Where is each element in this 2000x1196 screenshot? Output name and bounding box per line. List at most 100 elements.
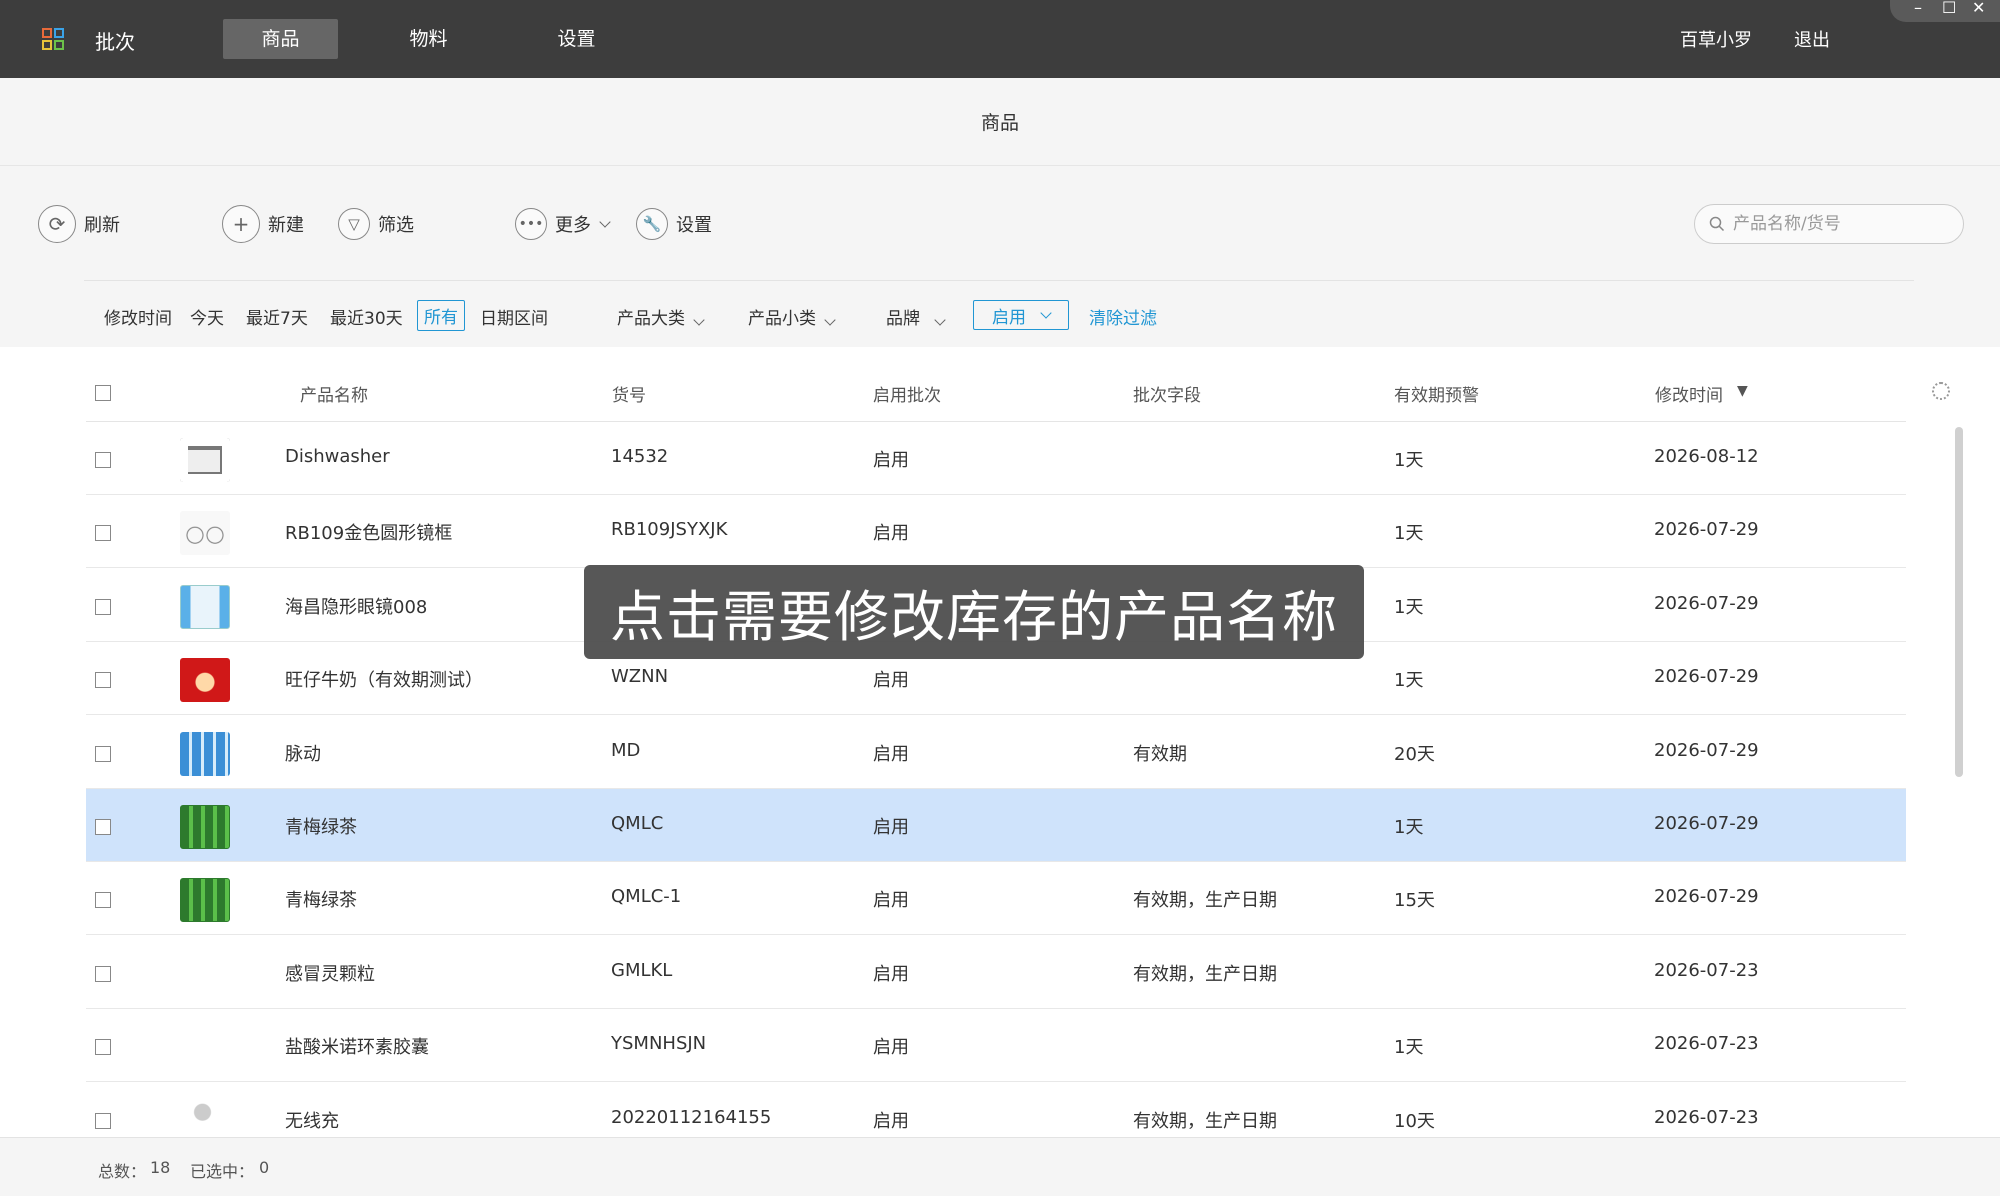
cell-modified-time: 2026-08-12	[1654, 446, 1759, 467]
header-product-name[interactable]: 产品名称	[300, 381, 368, 406]
cell-expiry-warning: 1天	[1394, 817, 1424, 838]
row-checkbox[interactable]	[95, 1039, 111, 1056]
filter-date-range[interactable]: 日期区间	[480, 304, 548, 329]
filter-last30[interactable]: 最近30天	[330, 304, 403, 329]
product-thumbnail-dishwasher	[180, 438, 230, 482]
table-row[interactable]: 脉动 MD 启用 有效期 20天 2026-07-29	[86, 716, 1906, 789]
app-grid-icon	[42, 28, 64, 50]
cell-code: QMLC	[611, 813, 664, 834]
cell-product-name[interactable]: 无线充	[285, 1107, 339, 1133]
cell-expiry-warning: 1天	[1394, 450, 1424, 471]
table-row[interactable]: 青梅绿茶 QMLC-1 启用 有效期，生产日期 15天 2026-07-29	[86, 862, 1906, 936]
table-footer: 总数： 18 已选中： 0	[0, 1137, 2000, 1196]
table-row[interactable]: 青梅绿茶 QMLC 启用 1天 2026-07-29	[86, 789, 1906, 862]
cell-expiry-warning: 1天	[1394, 670, 1424, 692]
cell-batch-enabled: 启用	[873, 450, 909, 471]
header-modified-time[interactable]: 修改时间	[1655, 381, 1723, 406]
filter-category-label: 产品大类	[617, 309, 685, 329]
nav-tab-settings[interactable]: 设置	[519, 19, 634, 59]
chevron-down-icon	[693, 314, 705, 326]
cell-code: WZNN	[611, 666, 669, 688]
filter-button[interactable]: ▽ 筛选	[338, 204, 414, 244]
clear-filters-link[interactable]: 清除过滤	[1089, 304, 1157, 329]
cell-batch-enabled: 启用	[873, 743, 909, 765]
filter-today[interactable]: 今天	[190, 304, 224, 329]
table-row[interactable]: 感冒灵颗粒 GMLKL 启用 有效期，生产日期 2026-07-23	[86, 936, 1906, 1009]
search-icon	[1709, 216, 1725, 232]
row-checkbox[interactable]	[95, 745, 111, 762]
cell-batch-enabled: 启用	[873, 817, 909, 838]
cell-product-name[interactable]: Dishwasher	[285, 446, 390, 467]
window-controls: – ☐ ✕	[1890, 0, 2000, 22]
chevron-down-icon	[599, 215, 611, 228]
cell-code: 14532	[611, 446, 669, 467]
row-checkbox[interactable]	[95, 525, 111, 542]
header-batch-fields[interactable]: 批次字段	[1133, 381, 1201, 406]
filter-status-dropdown[interactable]: 启用	[973, 300, 1069, 330]
row-checkbox[interactable]	[95, 598, 111, 615]
page-header: 商品	[0, 78, 2000, 166]
cell-product-name[interactable]: 脉动	[285, 740, 321, 766]
user-name[interactable]: 百草小罗	[1680, 26, 1752, 52]
cell-product-name[interactable]: 青梅绿茶	[285, 813, 357, 839]
app-title: 批次	[95, 30, 135, 54]
row-checkbox[interactable]	[95, 965, 111, 982]
settings-label: 设置	[676, 215, 712, 236]
filter-brand-dropdown[interactable]: 品牌	[886, 304, 946, 329]
cell-batch-fields: 有效期	[1133, 743, 1187, 765]
product-thumbnail-green-tea	[180, 805, 230, 849]
cell-modified-time: 2026-07-23	[1654, 1106, 1759, 1128]
sort-desc-icon[interactable]: ▼	[1737, 383, 1748, 399]
cell-product-name[interactable]: RB109金色圆形镜框	[285, 519, 452, 545]
row-checkbox[interactable]	[95, 819, 111, 835]
plus-icon: +	[222, 205, 260, 243]
product-thumbnail-drink-bottles	[180, 731, 230, 776]
settings-button[interactable]: 🔧 设置	[636, 204, 712, 244]
header-code[interactable]: 货号	[612, 381, 646, 406]
column-settings-gear-icon[interactable]	[1932, 382, 1950, 400]
filter-bar: 修改时间 今天 最近7天 最近30天 所有 日期区间 产品大类 产品小类 品牌 …	[0, 300, 2000, 334]
refresh-label: 刷新	[84, 215, 120, 236]
total-label: 总数：	[98, 1162, 147, 1181]
cell-batch-enabled: 启用	[873, 1110, 909, 1132]
logout-link[interactable]: 退出	[1794, 26, 1830, 52]
cell-product-name[interactable]: 盐酸米诺环素胶囊	[285, 1033, 429, 1059]
filter-subcategory-dropdown[interactable]: 产品小类	[748, 304, 836, 329]
header-batch-enabled[interactable]: 启用批次	[873, 381, 941, 406]
filter-brand-label: 品牌	[886, 309, 920, 329]
nav-tab-materials[interactable]: 物料	[371, 19, 486, 59]
refresh-button[interactable]: ⟳ 刷新	[38, 204, 120, 244]
cell-batch-enabled: 启用	[873, 1037, 909, 1059]
cell-product-name[interactable]: 青梅绿茶	[285, 886, 357, 912]
search-input[interactable]	[1733, 214, 1943, 234]
cell-batch-enabled: 启用	[873, 523, 909, 545]
nav-tab-products[interactable]: 商品	[223, 19, 338, 59]
filter-category-dropdown[interactable]: 产品大类	[617, 304, 705, 329]
table-row[interactable]: Dishwasher 14532 启用 1天 2026-08-12	[86, 422, 1906, 495]
cell-product-name[interactable]: 海昌隐形眼镜008	[285, 593, 427, 619]
new-button[interactable]: + 新建	[222, 204, 304, 244]
table-row[interactable]: 盐酸米诺环素胶囊 YSMNHSJN 启用 1天 2026-07-23	[86, 1009, 1906, 1083]
cell-modified-time: 2026-07-29	[1654, 739, 1759, 761]
row-checkbox[interactable]	[95, 452, 111, 468]
row-checkbox[interactable]	[95, 672, 111, 689]
cell-product-name[interactable]: 旺仔牛奶（有效期测试）	[285, 666, 483, 692]
row-checkbox[interactable]	[95, 892, 111, 909]
header-expiry-warning[interactable]: 有效期预警	[1394, 381, 1479, 406]
maximize-icon[interactable]: ☐	[1942, 0, 1956, 17]
refresh-icon: ⟳	[38, 205, 76, 243]
search-box[interactable]	[1694, 204, 1964, 244]
table-row[interactable]: RB109金色圆形镜框 RB109JSYXJK 启用 1天 2026-07-29	[86, 495, 1906, 569]
cell-modified-time: 2026-07-29	[1654, 666, 1759, 688]
select-all-checkbox[interactable]	[95, 385, 111, 401]
row-checkbox[interactable]	[95, 1112, 111, 1129]
cell-product-name[interactable]: 感冒灵颗粒	[285, 960, 375, 986]
filter-all[interactable]: 所有	[417, 300, 465, 331]
wrench-icon: 🔧	[636, 208, 668, 240]
filter-last7[interactable]: 最近7天	[246, 304, 308, 329]
table-scrollbar[interactable]	[1955, 427, 1963, 777]
cell-code: MD	[611, 739, 641, 761]
minimize-icon[interactable]: –	[1914, 0, 1922, 17]
close-icon[interactable]: ✕	[1972, 0, 1985, 17]
more-button[interactable]: ••• 更多	[515, 204, 611, 244]
